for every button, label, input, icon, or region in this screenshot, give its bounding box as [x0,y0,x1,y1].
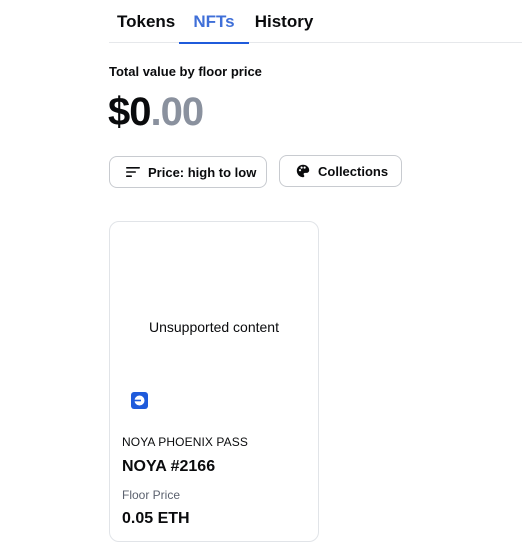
base-chain-icon [131,392,148,409]
total-value-whole: $0 [108,90,151,134]
tab-nfts[interactable]: NFTs [179,0,249,44]
total-value-cents: .00 [150,90,205,134]
collections-button-label: Collections [318,163,389,179]
nft-portfolio-page: Tokens NFTs History Total value by floor… [0,0,522,560]
tab-tokens[interactable]: Tokens [109,0,179,43]
sort-lines-icon [126,166,140,178]
floor-price-label: Floor Price [122,488,181,502]
nft-name: NOYA #2166 [122,458,216,475]
tab-history[interactable]: History [249,0,319,43]
nft-collection-name: NOYA PHOENIX PASS [122,435,248,449]
sort-button[interactable]: Price: high to low [109,156,267,188]
total-value-label: Total value by floor price [109,64,262,79]
nft-media-placeholder: Unsupported content [149,319,279,335]
palette-icon [296,164,310,178]
floor-price-value: 0.05 ETH [122,510,190,527]
collections-button[interactable]: Collections [279,155,402,187]
nft-card[interactable]: Unsupported content NOYA PHOENIX PASS NO… [109,221,319,542]
total-value: $0.00 [108,88,205,136]
portfolio-tabs: Tokens NFTs History [109,0,522,44]
sort-button-label: Price: high to low [148,164,257,180]
